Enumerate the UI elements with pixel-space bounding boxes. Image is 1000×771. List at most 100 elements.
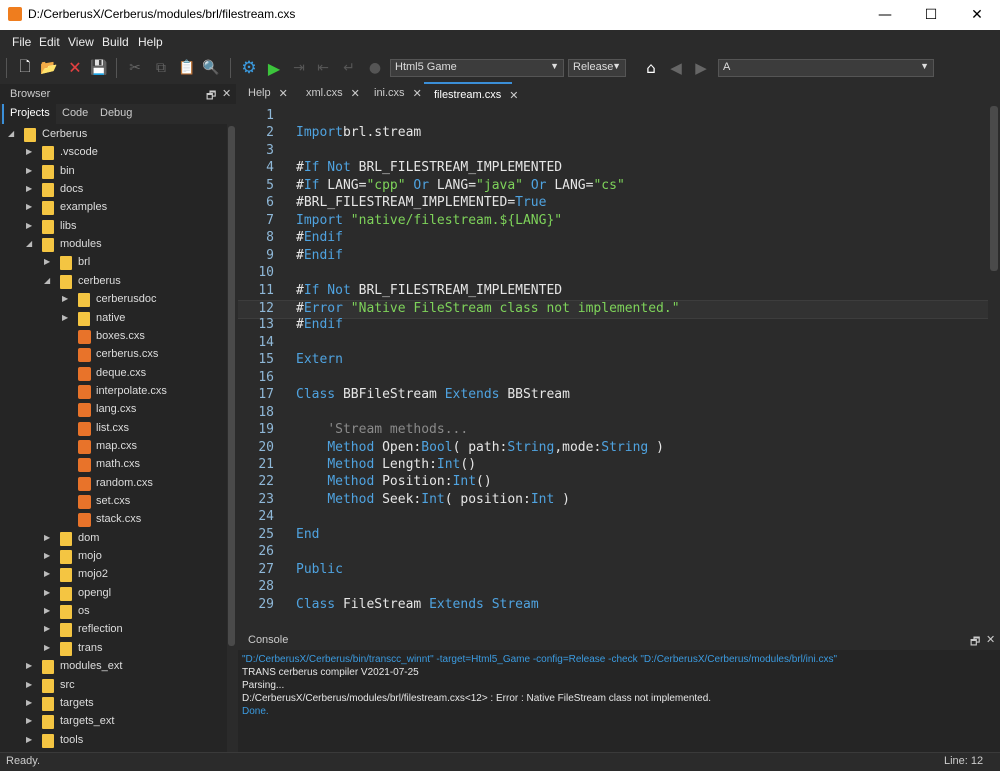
editor-tab[interactable]: filestream.cxs ✕	[424, 82, 518, 106]
new-file-icon[interactable]: 🗋	[16, 59, 34, 77]
tree-item[interactable]: ▶ bin	[0, 163, 226, 181]
close-file-icon[interactable]: 🗙	[66, 59, 84, 77]
collapsed-arrow-icon[interactable]: ▶	[26, 735, 32, 744]
tree-item[interactable]: random.cxs	[0, 475, 226, 493]
tab-code[interactable]: Code	[62, 107, 88, 119]
tree-item[interactable]: lang.cxs	[0, 401, 226, 419]
cut-icon[interactable]: ✂	[126, 59, 144, 77]
tree-item[interactable]: ▶ cerberusdoc	[0, 291, 226, 309]
open-file-icon[interactable]: 📂	[40, 59, 58, 77]
collapsed-arrow-icon[interactable]: ▶	[26, 661, 32, 670]
tree-item[interactable]: ▶ opengl	[0, 585, 226, 603]
menu-edit[interactable]: Edit	[39, 35, 60, 49]
menu-view[interactable]: View	[68, 35, 94, 49]
tree-item[interactable]: ▶ src	[0, 677, 226, 695]
tree-item[interactable]: ▶ targets	[0, 695, 226, 713]
copy-icon[interactable]: ⧉	[152, 59, 170, 77]
editor-tab[interactable]: xml.cxs ✕	[296, 82, 364, 104]
collapsed-arrow-icon[interactable]: ▶	[44, 569, 50, 578]
step-icon[interactable]: ⇥	[290, 59, 308, 77]
code-scrollbar[interactable]	[988, 104, 1000, 624]
target-select[interactable]: Html5 Game ▼	[390, 59, 564, 77]
close-tab-icon[interactable]: ✕	[413, 87, 422, 100]
collapsed-arrow-icon[interactable]: ▶	[26, 221, 32, 230]
minimize-button[interactable]: —	[862, 0, 908, 30]
menu-help[interactable]: Help	[138, 35, 163, 49]
tree-scrollbar-thumb[interactable]	[228, 126, 235, 646]
menu-build[interactable]: Build	[102, 35, 129, 49]
collapsed-arrow-icon[interactable]: ▶	[26, 166, 32, 175]
tree-item[interactable]: ▶ libs	[0, 218, 226, 236]
tree-item[interactable]: ◢ cerberus	[0, 273, 226, 291]
expanded-arrow-icon[interactable]: ◢	[26, 239, 32, 248]
close-tab-icon[interactable]: ✕	[351, 87, 360, 100]
collapsed-arrow-icon[interactable]: ▶	[44, 624, 50, 633]
collapsed-arrow-icon[interactable]: ▶	[44, 533, 50, 542]
tree-item[interactable]: ▶ reflection	[0, 621, 226, 639]
home-icon[interactable]: ⌂	[642, 59, 660, 77]
expanded-arrow-icon[interactable]: ◢	[44, 276, 50, 285]
settings-gear-icon[interactable]: ⚙	[240, 58, 258, 78]
tree-item[interactable]: deque.cxs	[0, 365, 226, 383]
config-select[interactable]: Release ▼	[568, 59, 626, 77]
search-combo[interactable]: A ▼	[718, 59, 934, 77]
collapsed-arrow-icon[interactable]: ▶	[26, 698, 32, 707]
menu-file[interactable]: File	[12, 35, 31, 49]
collapsed-arrow-icon[interactable]: ▶	[26, 716, 32, 725]
tree-item[interactable]: ▶ docs	[0, 181, 226, 199]
expanded-arrow-icon[interactable]: ◢	[8, 129, 14, 138]
tree-item[interactable]: set.cxs	[0, 493, 226, 511]
float-panel-icon[interactable]: 🗗	[970, 633, 980, 652]
tab-debug[interactable]: Debug	[100, 107, 132, 119]
paste-icon[interactable]: 📋	[178, 59, 196, 77]
close-tab-icon[interactable]: ✕	[279, 87, 288, 100]
tree-item[interactable]: ▶ examples	[0, 199, 226, 217]
close-tab-icon[interactable]: ✕	[509, 89, 518, 102]
maximize-button[interactable]: ☐	[908, 0, 954, 30]
tree-item[interactable]: stack.cxs	[0, 511, 226, 529]
tree-item[interactable]: map.cxs	[0, 438, 226, 456]
collapsed-arrow-icon[interactable]: ▶	[26, 184, 32, 193]
tree-scrollbar[interactable]	[227, 124, 236, 752]
collapsed-arrow-icon[interactable]: ▶	[62, 313, 68, 322]
stop-icon[interactable]: ●	[366, 59, 384, 77]
editor-tab[interactable]: Help ✕	[238, 82, 296, 104]
tree-item[interactable]: cerberus.cxs	[0, 346, 226, 364]
find-icon[interactable]: 🔍	[202, 59, 220, 77]
collapsed-arrow-icon[interactable]: ▶	[26, 202, 32, 211]
tree-item[interactable]: ▶ modules_ext	[0, 658, 226, 676]
tab-projects[interactable]: Projects	[10, 107, 50, 119]
tree-item[interactable]: ▶ brl	[0, 254, 226, 272]
build-run-icon[interactable]: ▶	[265, 59, 283, 78]
save-file-icon[interactable]: 💾	[90, 59, 108, 77]
tree-item[interactable]: ▶ os	[0, 603, 226, 621]
tree-item[interactable]: ▶ .vscode	[0, 144, 226, 162]
close-button[interactable]: ✕	[954, 0, 1000, 30]
code-scrollbar-thumb[interactable]	[990, 106, 998, 271]
tree-item[interactable]: interpolate.cxs	[0, 383, 226, 401]
tree-item[interactable]: math.cxs	[0, 456, 226, 474]
collapsed-arrow-icon[interactable]: ▶	[44, 606, 50, 615]
back-icon[interactable]: ◀	[667, 59, 685, 77]
collapsed-arrow-icon[interactable]: ▶	[62, 294, 68, 303]
collapsed-arrow-icon[interactable]: ▶	[44, 551, 50, 560]
collapsed-arrow-icon[interactable]: ▶	[44, 588, 50, 597]
tree-item[interactable]: ◢ modules	[0, 236, 226, 254]
tree-item[interactable]: boxes.cxs	[0, 328, 226, 346]
tree-item[interactable]: ▶ tools	[0, 732, 226, 750]
collapsed-arrow-icon[interactable]: ▶	[44, 643, 50, 652]
tree-item[interactable]: ▶ mojo	[0, 548, 226, 566]
tree-item[interactable]: ▶ trans	[0, 640, 226, 658]
tree-item[interactable]: list.cxs	[0, 420, 226, 438]
code-editor[interactable]: 1 2 Importbrl.stream 3 4 #If Not BRL_FILESTRE…	[238, 104, 988, 624]
close-panel-icon[interactable]: ✕	[222, 87, 231, 100]
step-out-icon[interactable]: ↵	[340, 59, 358, 77]
step-in-icon[interactable]: ⇤	[314, 59, 332, 77]
tree-item[interactable]: ▶ native	[0, 310, 226, 328]
tree-item[interactable]: ▶ targets_ext	[0, 713, 226, 731]
editor-tab[interactable]: ini.cxs ✕	[364, 82, 424, 104]
forward-icon[interactable]: ▶	[692, 59, 710, 77]
collapsed-arrow-icon[interactable]: ▶	[44, 257, 50, 266]
tree-item[interactable]: ▶ dom	[0, 530, 226, 548]
tree-item[interactable]: ▶ mojo2	[0, 566, 226, 584]
